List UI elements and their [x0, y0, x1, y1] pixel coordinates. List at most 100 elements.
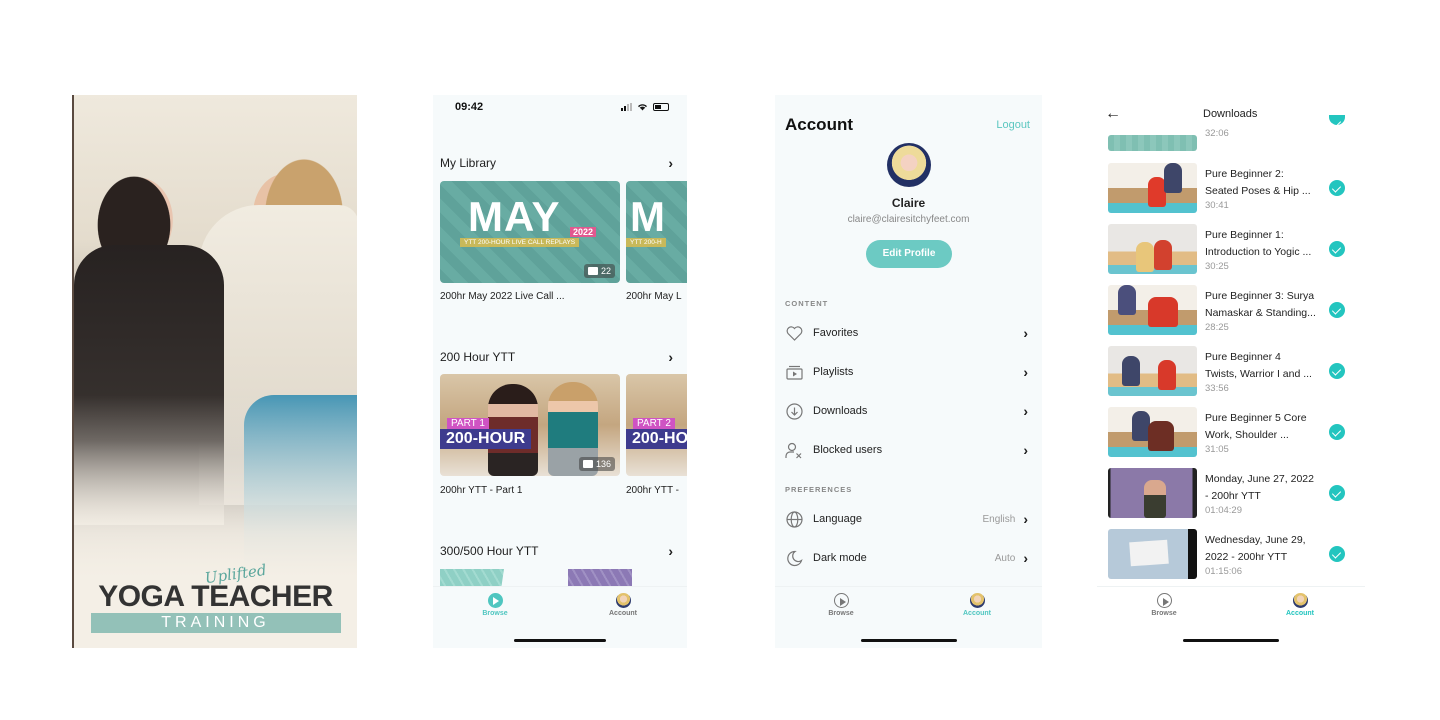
- tab-label: Account: [609, 610, 637, 617]
- my-library-carousel[interactable]: MAY 2022 YTT 200-HOUR LIVE CALL REPLAYS …: [440, 181, 687, 283]
- user-name: Claire: [891, 196, 926, 210]
- downloaded-check-icon: [1329, 180, 1345, 196]
- play-icon: [833, 593, 849, 608]
- menu-value: Auto: [994, 552, 1016, 564]
- download-item[interactable]: Pure Beginner 5 Core Work, Shoulder ... 31…: [1108, 407, 1353, 459]
- card-art-year: 2022: [570, 227, 597, 237]
- chevron-right-icon[interactable]: ›: [668, 543, 673, 559]
- download-item[interactable]: Monday, June 27, 2022 - 200hr YTT 01:04:29: [1108, 468, 1353, 520]
- card-title[interactable]: 200hr May 2022 Live Call ...: [440, 291, 565, 302]
- card-art-band: YTT 200-HOUR LIVE CALL REPLAYS: [460, 238, 580, 247]
- chevron-right-icon: ›: [1023, 364, 1028, 380]
- signal-icon: [621, 103, 632, 111]
- download-item[interactable]: Pure Beginner 3: Surya Namaskar & Standin…: [1108, 285, 1353, 337]
- avatar-icon: [969, 593, 985, 608]
- video-duration: 28:25: [1205, 322, 1229, 333]
- video-title-line: Monday, June 27, 2022: [1205, 473, 1314, 485]
- menu-item-favorites[interactable]: Favorites ›: [785, 322, 1028, 344]
- course-card[interactable]: PART 1 200-HOUR 136: [440, 374, 620, 476]
- menu-label: Downloads: [813, 405, 868, 417]
- video-title-line: Wednesday, June 29,: [1205, 534, 1306, 546]
- video-title-line: Twists, Warrior I and ...: [1205, 368, 1312, 380]
- section-300-500-hour-ytt[interactable]: 300/500 Hour YTT ›: [440, 543, 673, 559]
- home-indicator[interactable]: [514, 639, 606, 642]
- video-duration: 33:56: [1205, 383, 1229, 394]
- menu-item-playlists[interactable]: Playlists ›: [785, 361, 1028, 383]
- card-art-main: MAY: [468, 193, 561, 240]
- play-icon: [1156, 593, 1172, 608]
- course-card[interactable]: PART 2 200-HO: [626, 374, 687, 476]
- page-title: Account: [785, 115, 853, 134]
- downloaded-check-icon: [1329, 241, 1345, 257]
- tab-label: Browse: [482, 610, 508, 617]
- video-count-badge: 136: [578, 457, 615, 471]
- status-bar: 09:42: [433, 101, 687, 117]
- tab-browse[interactable]: Browse: [455, 593, 535, 617]
- card-art-band: YTT 200-H: [626, 238, 666, 247]
- menu-item-language[interactable]: Language English ›: [785, 508, 1028, 530]
- download-item[interactable]: Pure Beginner 1: Introduction to Yogic ..…: [1108, 224, 1353, 276]
- avatar-icon: [615, 593, 631, 608]
- card-title[interactable]: 200hr May L: [626, 291, 682, 302]
- app-logo: Uplifted YOGA TEACHER TRAINING: [74, 561, 357, 633]
- section-200-hour-ytt[interactable]: 200 Hour YTT ›: [440, 349, 673, 365]
- card-art-main: M: [630, 193, 666, 240]
- tab-label: Browse: [828, 610, 854, 617]
- download-item[interactable]: Pure Beginner 4 Twists, Warrior I and ...…: [1108, 346, 1353, 398]
- download-item-partial[interactable]: 32:06: [1108, 115, 1353, 153]
- video-count: 136: [595, 459, 611, 469]
- logout-button[interactable]: Logout: [996, 119, 1030, 131]
- chevron-right-icon[interactable]: ›: [668, 349, 673, 365]
- downloaded-check-icon: [1329, 302, 1345, 318]
- section-my-library[interactable]: My Library ›: [440, 155, 673, 171]
- play-icon: [487, 593, 503, 608]
- download-icon: [785, 402, 803, 420]
- download-item[interactable]: Pure Beginner 2: Seated Poses & Hip ... 30…: [1108, 163, 1353, 215]
- library-card[interactable]: M YTT 200-H: [626, 181, 687, 283]
- downloaded-check-icon: [1329, 115, 1345, 125]
- menu-label: Blocked users: [813, 444, 883, 456]
- video-title-line: Pure Beginner 5 Core: [1205, 412, 1307, 424]
- menu-item-downloads[interactable]: Downloads ›: [785, 400, 1028, 422]
- tab-browse[interactable]: Browse: [1124, 593, 1204, 617]
- download-item[interactable]: Wednesday, June 29, 2022 - 200hr YTT 01:15…: [1108, 529, 1353, 581]
- moon-icon: [785, 549, 803, 567]
- video-title-line: Pure Beginner 3: Surya: [1205, 290, 1315, 302]
- card-part-tag: PART 2: [633, 418, 675, 429]
- tab-account[interactable]: Account: [937, 593, 1017, 617]
- home-indicator[interactable]: [860, 639, 957, 642]
- tab-browse[interactable]: Browse: [801, 593, 881, 617]
- chevron-right-icon: ›: [1023, 511, 1028, 527]
- blocked-user-icon: [785, 441, 803, 459]
- avatar-icon: [1292, 593, 1308, 608]
- home-indicator[interactable]: [1183, 639, 1279, 642]
- downloaded-check-icon: [1329, 546, 1345, 562]
- video-count: 22: [600, 266, 611, 276]
- video-title-line: Pure Beginner 1:: [1205, 229, 1284, 241]
- library-card[interactable]: MAY 2022 YTT 200-HOUR LIVE CALL REPLAYS …: [440, 181, 620, 283]
- video-duration: 32:06: [1205, 128, 1229, 139]
- stack-icon: [587, 267, 598, 275]
- 200-hour-carousel[interactable]: PART 1 200-HOUR 136 PART 2 200-HO: [440, 374, 687, 476]
- tab-label: Browse: [1151, 610, 1177, 617]
- menu-label: Dark mode: [813, 552, 867, 564]
- edit-profile-button[interactable]: Edit Profile: [866, 240, 952, 268]
- video-title-line: Pure Beginner 4: [1205, 351, 1281, 363]
- card-title[interactable]: 200hr YTT -: [626, 485, 679, 496]
- logo-band: TRAINING: [90, 613, 341, 633]
- wifi-icon: [638, 104, 647, 111]
- account-screen: Account Logout Claire claire@clairesitch…: [775, 95, 1042, 648]
- chevron-right-icon[interactable]: ›: [668, 155, 673, 171]
- browse-screen: 09:42 My Library › MAY 2022 YTT 200-HOUR…: [433, 95, 687, 648]
- video-title-line: 2022 - 200hr YTT: [1205, 551, 1288, 563]
- menu-item-dark-mode[interactable]: Dark mode Auto ›: [785, 547, 1028, 569]
- card-title[interactable]: 200hr YTT - Part 1: [440, 485, 522, 496]
- tab-account[interactable]: Account: [1260, 593, 1340, 617]
- globe-icon: [785, 510, 803, 528]
- menu-item-blocked-users[interactable]: Blocked users ›: [785, 439, 1028, 461]
- chevron-right-icon: ›: [1023, 403, 1028, 419]
- section-title: 200 Hour YTT: [440, 350, 516, 364]
- chevron-right-icon: ›: [1023, 325, 1028, 341]
- tab-account[interactable]: Account: [583, 593, 663, 617]
- tab-bar: Browse Account: [775, 586, 1042, 648]
